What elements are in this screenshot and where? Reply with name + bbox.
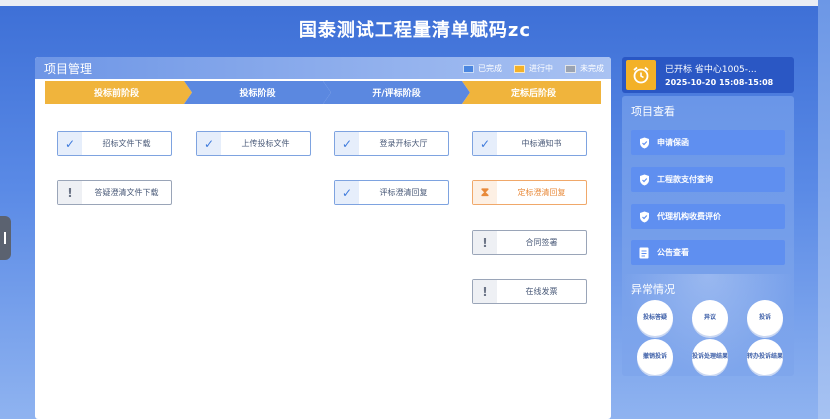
shield-icon — [631, 174, 657, 186]
payment-query-button[interactable]: 工程款支付查询 — [631, 167, 785, 192]
check-icon: ✓ — [473, 132, 497, 155]
legend-swatch-not-done — [565, 64, 576, 73]
check-icon: ✓ — [335, 181, 359, 204]
stage-post-award[interactable]: 定标后阶段 — [466, 81, 601, 104]
agency-fee-evaluation-button[interactable]: 代理机构收费评价 — [631, 204, 785, 229]
panel-header: 项目管理 已完成 进行中 未完成 — [35, 57, 611, 79]
withdraw-complaint-bubble[interactable]: 撤销投诉 — [637, 339, 673, 375]
legend-swatch-in-progress — [514, 64, 525, 73]
legend-swatch-done — [463, 64, 474, 73]
exclamation-icon: ! — [58, 181, 82, 204]
stage-opening-evaluation[interactable]: 开/评标阶段 — [327, 81, 466, 104]
check-icon: ✓ — [58, 132, 82, 155]
legend-done: 已完成 — [463, 63, 502, 74]
exclamation-icon: ! — [473, 280, 497, 303]
bid-question-bubble[interactable]: 投标答疑 — [637, 300, 673, 336]
alarm-clock-icon — [626, 60, 656, 90]
task-download-clarification-docs[interactable]: ! 答疑澄清文件下载 — [57, 180, 172, 205]
abnormal-situations-title: 异常情况 — [631, 283, 675, 296]
hourglass-icon: ⧗ — [473, 181, 497, 204]
task-online-invoice[interactable]: ! 在线发票 — [472, 279, 587, 304]
legend-not-done: 未完成 — [565, 63, 604, 74]
check-icon: ✓ — [335, 132, 359, 155]
check-icon: ✓ — [197, 132, 221, 155]
sidebar-toggle-handle[interactable] — [0, 216, 11, 260]
task-contract-signing[interactable]: ! 合同签署 — [472, 230, 587, 255]
reminder-time: 2025-10-20 15:08-15:08 — [665, 78, 774, 87]
right-side-panel: 项目查看 申请保函 工程款支付查询 代理机构收费评价 公告查看 异常情况 投标答… — [622, 96, 794, 376]
right-edge-background — [818, 0, 830, 419]
browser-top-strip — [0, 0, 830, 6]
project-view-title: 项目查看 — [631, 105, 675, 118]
shield-icon — [631, 211, 657, 223]
stage-bidding[interactable]: 投标阶段 — [188, 81, 327, 104]
document-icon — [631, 247, 657, 259]
page-title: 国泰测试工程量清单赋码zc — [298, 20, 532, 41]
project-management-panel: 项目管理 已完成 进行中 未完成 投标前阶段 投标阶段 开/评标阶段 定标后阶段… — [35, 57, 611, 419]
bid-opening-reminder[interactable]: 已开标 省中心1005-... 2025-10-20 15:08-15:08 — [622, 57, 794, 93]
legend-in-progress: 进行中 — [514, 63, 553, 74]
handle-grip-icon — [4, 232, 6, 244]
task-award-clarification-reply[interactable]: ⧗ 定标澄清回复 — [472, 180, 587, 205]
task-upload-bid-docs[interactable]: ✓ 上传投标文件 — [196, 131, 311, 156]
task-download-tender-docs[interactable]: ✓ 招标文件下载 — [57, 131, 172, 156]
stage-bar: 投标前阶段 投标阶段 开/评标阶段 定标后阶段 — [45, 81, 601, 104]
task-login-opening-hall[interactable]: ✓ 登录开标大厅 — [334, 131, 449, 156]
objection-bubble[interactable]: 异议 — [692, 300, 728, 336]
stage-pre-bid[interactable]: 投标前阶段 — [45, 81, 188, 104]
transferred-complaint-result-bubble[interactable]: 转办投诉结果 — [747, 339, 783, 375]
task-evaluation-clarification-reply[interactable]: ✓ 评标澄清回复 — [334, 180, 449, 205]
exclamation-icon: ! — [473, 231, 497, 254]
announcement-view-button[interactable]: 公告查看 — [631, 240, 785, 265]
apply-guarantee-button[interactable]: 申请保函 — [631, 130, 785, 155]
shield-icon — [631, 137, 657, 149]
complaint-result-bubble[interactable]: 投诉处理结果 — [692, 339, 728, 375]
task-award-notice[interactable]: ✓ 中标通知书 — [472, 131, 587, 156]
complaint-bubble[interactable]: 投诉 — [747, 300, 783, 336]
reminder-title: 已开标 省中心1005-... — [665, 65, 757, 75]
panel-title: 项目管理 — [44, 62, 93, 76]
